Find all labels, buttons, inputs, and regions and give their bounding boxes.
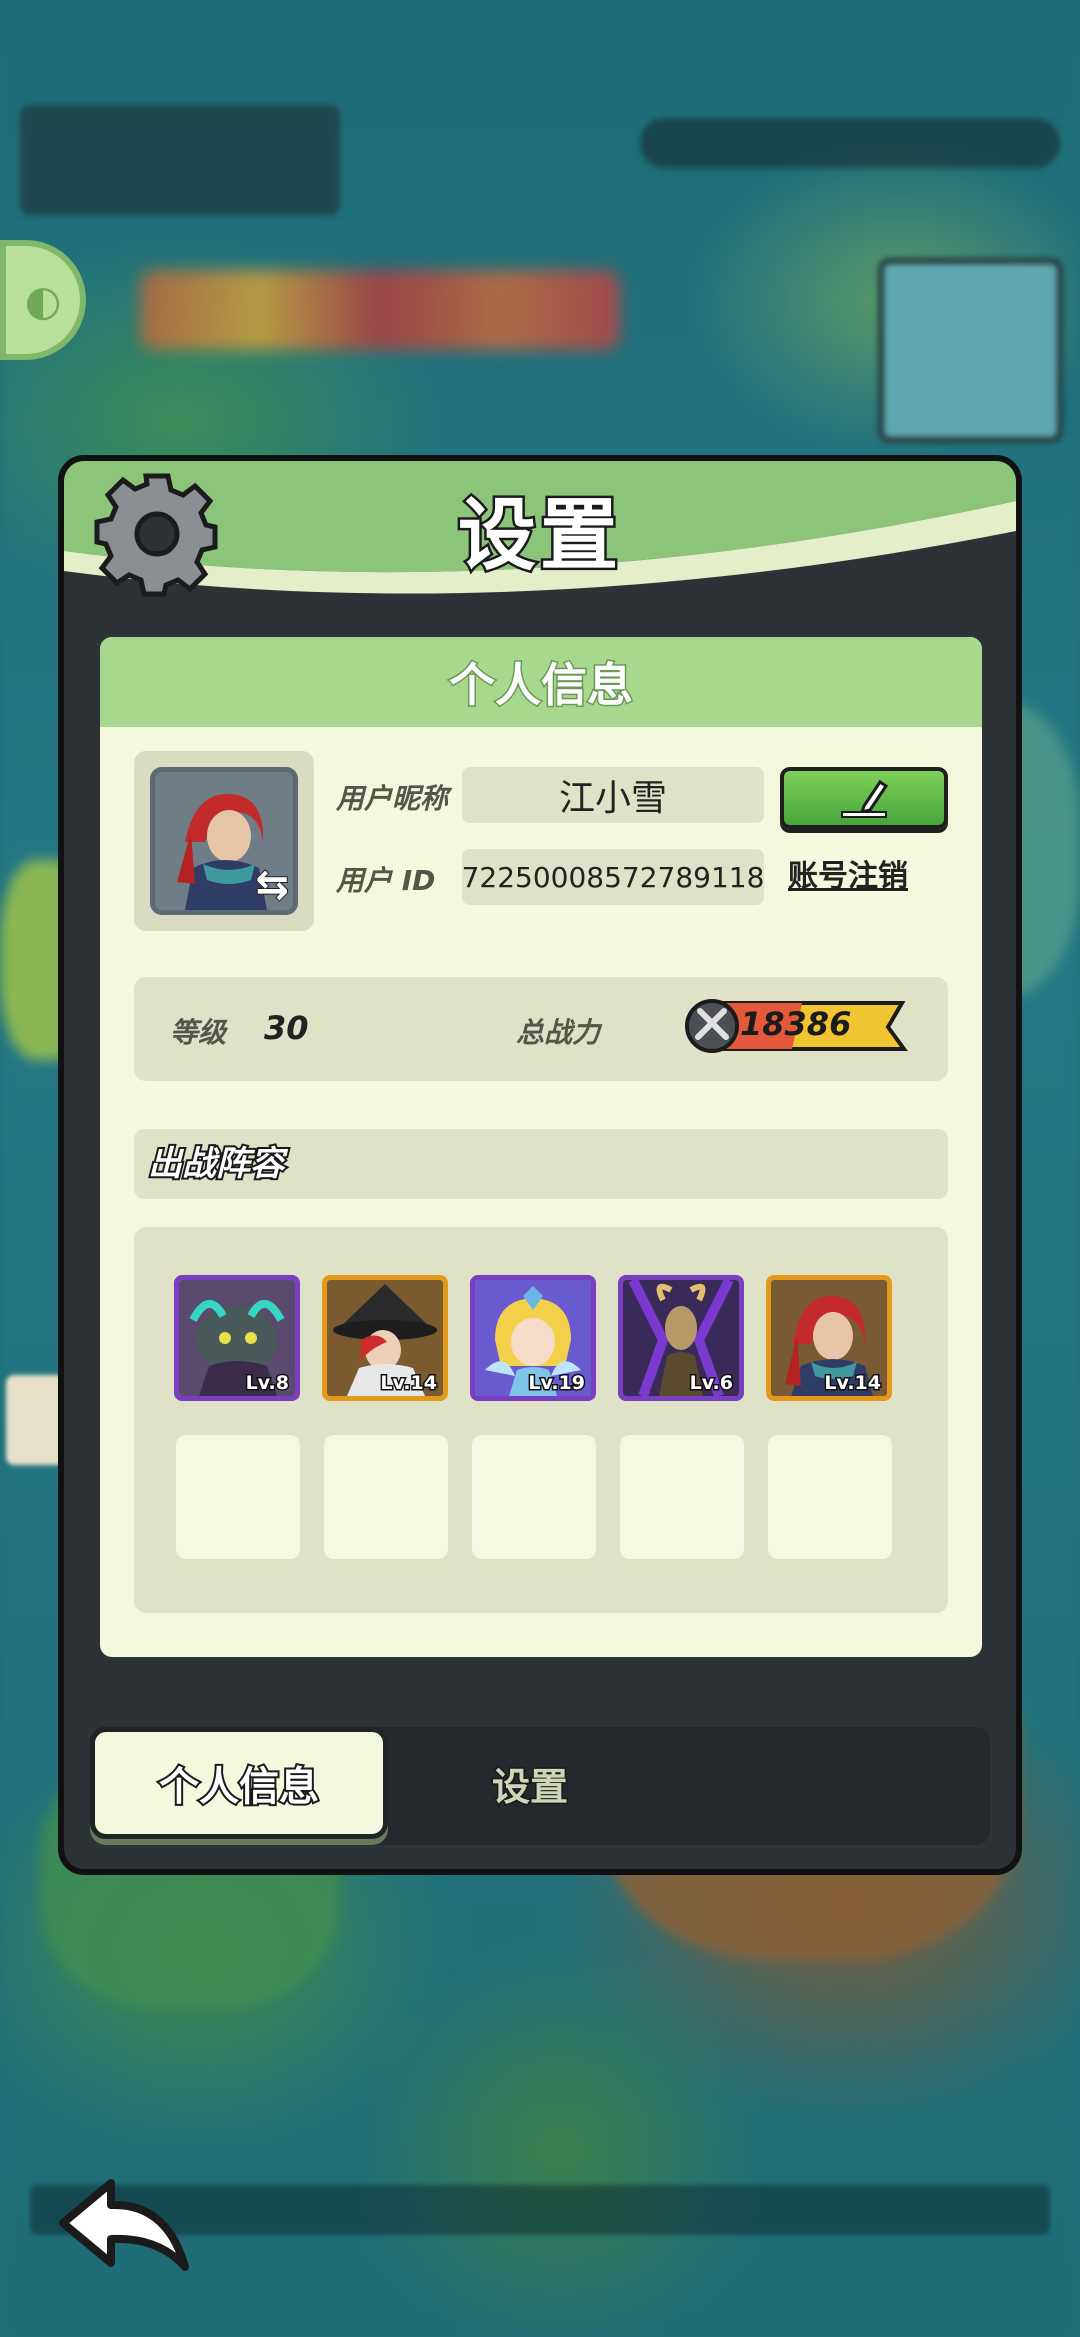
hero-level: Lv.6 [688,1371,734,1396]
tab-settings[interactable]: 设置 [430,1727,630,1839]
profile-card: 个人信息 ⇆ 用户昵称 江小雪 用户 ID 72250008572789118 … [100,637,982,1657]
nickname-label: 用户昵称 [336,782,449,815]
tab-profile[interactable]: 个人信息 [90,1727,388,1839]
hero-level: Lv.14 [379,1371,439,1396]
lineup-title: 出战阵容 [134,1129,948,1199]
power-badge: 18386 [682,997,910,1055]
lineup-box: Lv.8 Lv.14 Lv.19 Lv.6 Lv.14 [134,1227,948,1613]
resource-bar-blurred [640,118,1060,168]
level-value: 30 [264,1009,309,1047]
avatar[interactable]: ⇆ [150,767,298,915]
hero-level: Lv.19 [527,1371,587,1396]
swap-avatar-icon: ⇆ [254,861,289,909]
hero-card-1[interactable]: Lv.8 [174,1275,300,1401]
delete-account-link[interactable]: 账号注销 [788,851,908,895]
hero-level: Lv.8 [244,1371,290,1396]
player-hud-blurred [20,105,340,215]
panel-title: 设置 [455,489,622,584]
hero-card-5[interactable]: Lv.14 [766,1275,892,1401]
hero-card-2[interactable]: Lv.14 [322,1275,448,1401]
power-value: 18386 [740,1005,852,1043]
empty-slot[interactable] [324,1435,448,1559]
back-button[interactable] [55,2175,195,2285]
empty-slot[interactable] [176,1435,300,1559]
level-label: 等级 [170,1016,227,1049]
settings-panel: 设置 个人信息 ⇆ 用户昵称 江小雪 用户 ID 722500085727891… [58,455,1022,1875]
card-title: 个人信息 [100,637,982,727]
user-id-field: 72250008572789118 [462,849,764,905]
stats-bar: 等级 30 总战力 18386 [134,977,948,1081]
hero-card-4[interactable]: Lv.6 [618,1275,744,1401]
nickname-field: 江小雪 [462,767,764,823]
empty-slot[interactable] [620,1435,744,1559]
pencil-icon [841,779,889,818]
hero-card-3[interactable]: Lv.19 [470,1275,596,1401]
hero-level: Lv.14 [823,1371,883,1396]
panel-header: 设置 [64,461,1016,611]
user-id-label: 用户 ID [336,864,436,897]
minimap-blurred [878,258,1063,443]
empty-slot[interactable] [472,1435,596,1559]
edit-nickname-button[interactable] [780,767,948,829]
avatar-frame[interactable]: ⇆ [134,751,314,931]
back-arrow-icon [59,2179,189,2271]
tab-bar: 个人信息 设置 [90,1727,990,1845]
power-label: 总战力 [516,1016,601,1049]
hero-bar-blurred [140,270,620,350]
empty-slot[interactable] [768,1435,892,1559]
